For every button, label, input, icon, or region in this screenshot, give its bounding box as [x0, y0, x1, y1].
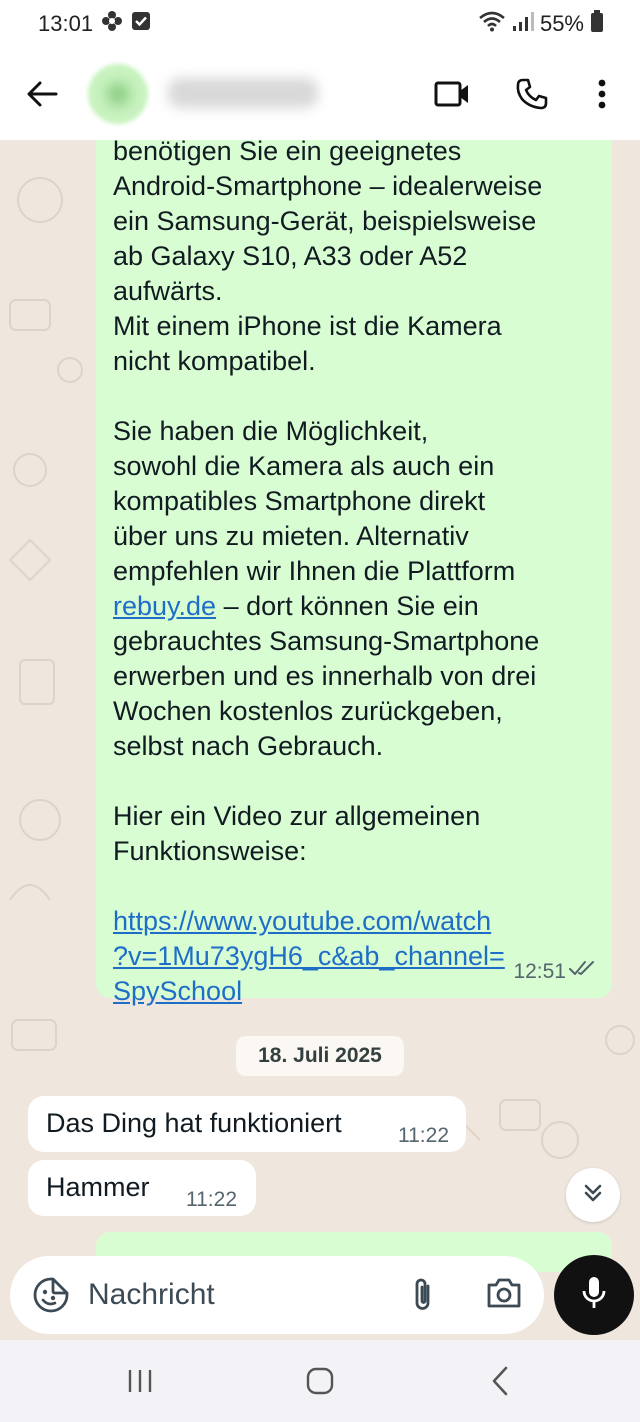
attach-paperclip-icon[interactable]: [408, 1276, 438, 1319]
msg-line: kompatibles Smartphone direkt: [113, 486, 486, 516]
msg-line: nicht kompatibel.: [113, 346, 316, 376]
msg-line: Wochen kostenlos zurückgeben,: [113, 696, 503, 726]
wifi-icon: [478, 10, 506, 38]
camera-icon[interactable]: [486, 1276, 522, 1315]
system-navigation-bar: [0, 1340, 640, 1422]
msg-line: aufwärts.: [113, 276, 223, 306]
msg-line-tail: – dort können Sie ein: [216, 591, 479, 621]
rebuy-link[interactable]: rebuy.de: [113, 591, 216, 621]
message-time: 11:22: [398, 1124, 449, 1147]
incoming-message-bubble[interactable]: Hammer 11:22: [28, 1160, 256, 1216]
message-time: 12:51: [513, 960, 566, 983]
battery-icon: [590, 10, 604, 38]
outgoing-message-bubble[interactable]: benötigen Sie ein geeignetes Android-Sma…: [96, 140, 612, 1006]
msg-line: Android-Smartphone – idealerweise: [113, 171, 543, 201]
voice-message-button[interactable]: [554, 1255, 634, 1335]
msg-line: Sie haben die Möglichkeit,: [113, 416, 429, 446]
msg-line: sowohl die Kamera als auch ein: [113, 451, 495, 481]
emoji-sticker-icon[interactable]: [32, 1276, 70, 1319]
message-time: 11:22: [186, 1188, 237, 1211]
msg-line: über uns zu mieten. Alternativ: [113, 521, 469, 551]
contact-avatar[interactable]: [88, 64, 148, 124]
message-placeholder: Nachricht: [88, 1278, 215, 1311]
msg-line: selbst nach Gebrauch.: [113, 731, 384, 761]
back-nav-icon[interactable]: [480, 1364, 520, 1398]
msg-line: Mit einem iPhone ist die Kamera: [113, 311, 502, 341]
msg-line: rebuy.de – dort können Sie ein: [113, 589, 592, 624]
battery-percent: 55%: [539, 11, 584, 36]
double-chevron-down-icon: [582, 1182, 604, 1209]
read-receipt-double-check-icon: [568, 959, 598, 982]
outgoing-message-text: benötigen Sie ein geeignetes Android-Sma…: [113, 140, 592, 1009]
back-arrow-icon[interactable]: [22, 74, 62, 114]
msg-line: benötigen Sie ein geeignetes: [113, 140, 462, 166]
scroll-to-bottom-button[interactable]: [566, 1168, 620, 1222]
msg-line: ab Galaxy S10, A33 oder A52: [113, 241, 468, 271]
incoming-message-text: Hammer: [46, 1172, 150, 1202]
msg-line: ein Samsung-Gerät, beispielsweise: [113, 206, 537, 236]
message-input[interactable]: Nachricht: [10, 1256, 544, 1334]
home-icon[interactable]: [298, 1364, 342, 1398]
incoming-message-text: Das Ding hat funktioniert: [46, 1108, 342, 1138]
date-divider: 18. Juli 2025: [236, 1036, 404, 1076]
microphone-icon: [581, 1275, 607, 1316]
msg-line: Hier ein Video zur allgemeinen: [113, 801, 481, 831]
recent-apps-icon[interactable]: [120, 1366, 160, 1396]
signal-icon: [512, 11, 534, 37]
msg-line: gebrauchtes Samsung-Smartphone: [113, 626, 540, 656]
msg-line: Funktionsweise:: [113, 836, 307, 866]
status-time: 13:01: [38, 11, 94, 36]
video-call-icon[interactable]: [432, 76, 472, 112]
phone-icon[interactable]: [512, 74, 552, 114]
chat-header: [0, 48, 640, 140]
status-bar: 13:01 55%: [0, 0, 640, 48]
chat-area[interactable]: benötigen Sie ein geeignetes Android-Sma…: [0, 140, 640, 1340]
checkbox-notification-icon: [131, 11, 151, 37]
flower-notification-icon: [101, 10, 123, 38]
msg-line: empfehlen wir Ihnen die Plattform: [113, 556, 516, 586]
msg-line: erwerben und es innerhalb von drei: [113, 661, 537, 691]
youtube-link[interactable]: https://www.youtube.com/watch: [113, 904, 592, 939]
contact-name-redacted[interactable]: [168, 78, 318, 108]
more-vert-icon[interactable]: [588, 74, 616, 114]
incoming-message-bubble[interactable]: Das Ding hat funktioniert 11:22: [28, 1096, 466, 1152]
